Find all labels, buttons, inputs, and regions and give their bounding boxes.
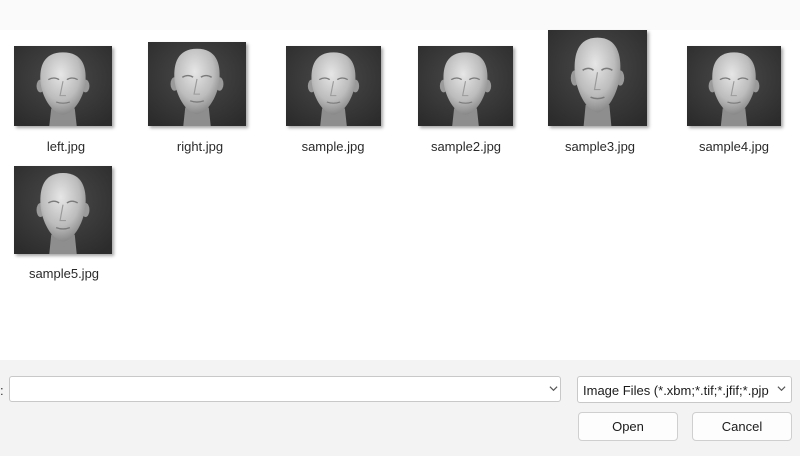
header-strip: [0, 0, 800, 30]
file-name: sample3.jpg: [564, 139, 636, 154]
head-image-icon: [14, 166, 112, 254]
chevron-down-icon[interactable]: [777, 384, 786, 393]
file-name: left.jpg: [46, 139, 86, 154]
file-name: sample5.jpg: [28, 266, 100, 281]
head-image-icon: [418, 46, 513, 126]
head-image-icon: [148, 42, 246, 126]
file-name: sample2.jpg: [430, 139, 502, 154]
file-list-view: left.jpg right.jpg sample.jpg sample2.jp…: [0, 0, 800, 360]
cancel-button[interactable]: Cancel: [692, 412, 792, 441]
open-button[interactable]: Open: [578, 412, 678, 441]
head-image-icon: [687, 46, 781, 126]
file-name: sample.jpg: [301, 139, 365, 154]
head-image-icon: [14, 46, 112, 126]
file-name-label: :: [0, 383, 4, 398]
head-image-icon: [548, 30, 647, 126]
dialog-footer: [0, 360, 800, 456]
file-name-input[interactable]: [14, 379, 534, 399]
head-image-icon: [286, 46, 381, 126]
file-name: right.jpg: [176, 139, 224, 154]
file-type-selected: Image Files (*.xbm;*.tif;*.jfif;*.pjp: [583, 383, 769, 398]
file-type-dropdown[interactable]: Image Files (*.xbm;*.tif;*.jfif;*.pjp: [577, 376, 792, 403]
chevron-down-icon[interactable]: [549, 384, 558, 393]
file-name-combobox[interactable]: [9, 376, 561, 402]
file-name: sample4.jpg: [698, 139, 770, 154]
